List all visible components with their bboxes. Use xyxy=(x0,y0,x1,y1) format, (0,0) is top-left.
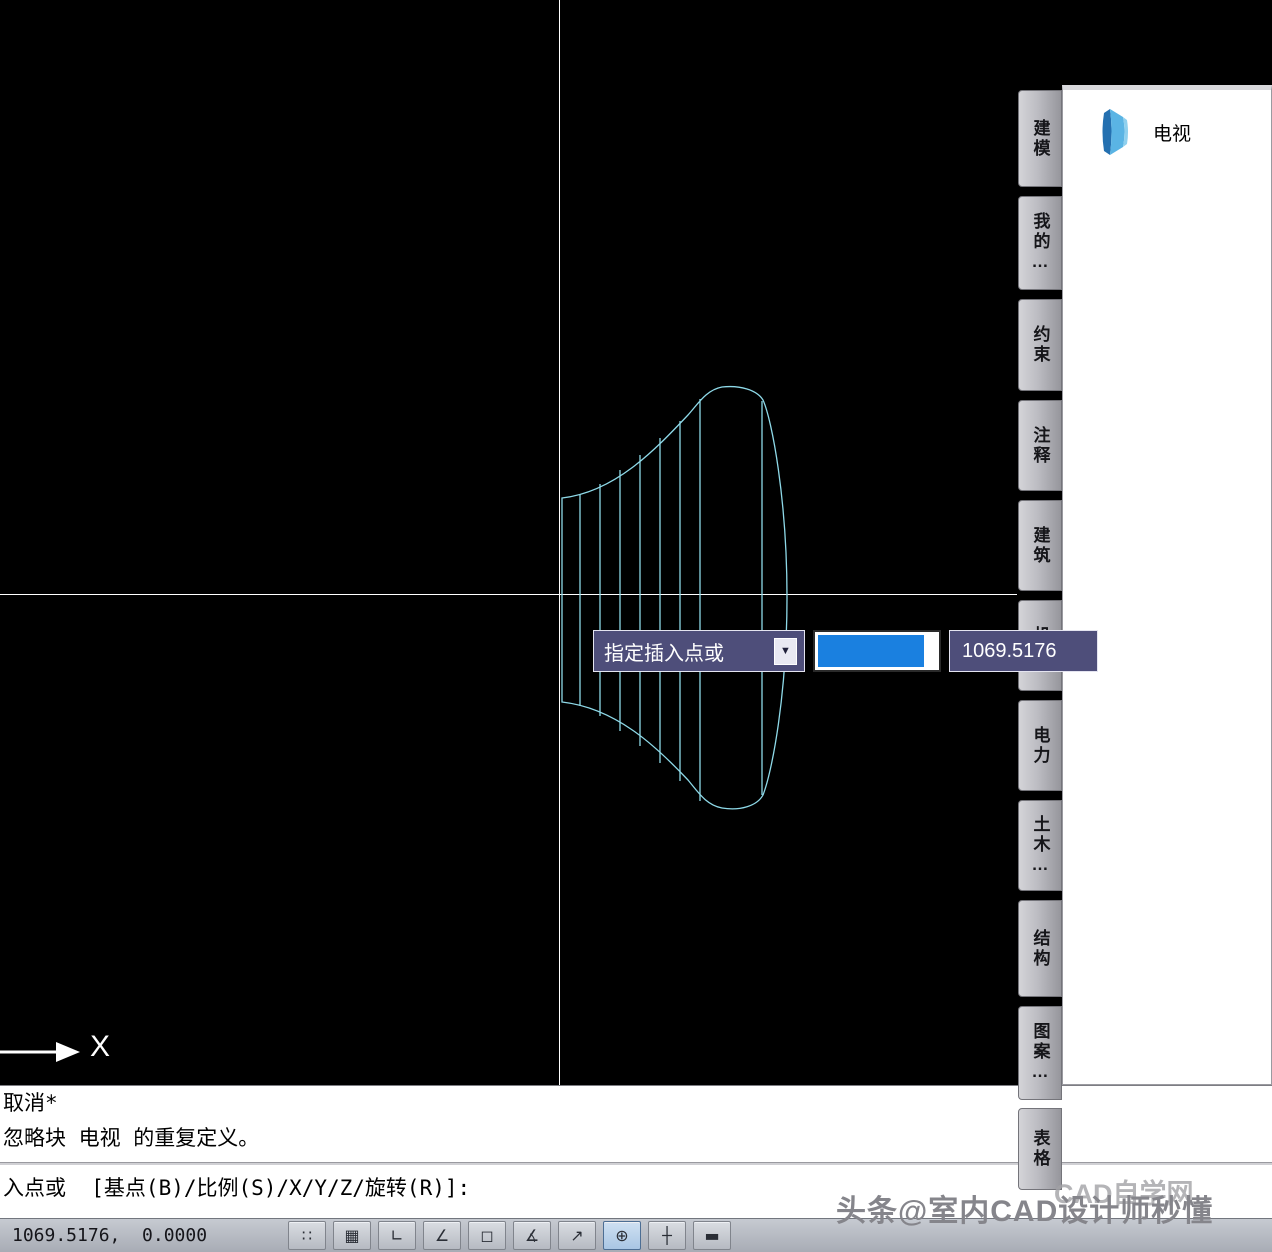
crosshair-horizontal xyxy=(0,594,1017,595)
otrack-icon: ↗ xyxy=(570,1226,583,1245)
ucs-icon: X xyxy=(0,1030,140,1074)
osnap-toggle-button[interactable]: ◻ xyxy=(468,1221,506,1250)
polar-icon: ∠ xyxy=(435,1226,449,1245)
palette-tab-electrical[interactable]: 电力 xyxy=(1018,700,1062,791)
dyn-icon: ⊕ xyxy=(615,1226,628,1245)
coordinate-display[interactable]: 1069.5176, 0.0000 xyxy=(12,1225,207,1246)
palette-tab-annotation[interactable]: 注释 xyxy=(1018,400,1062,491)
dynamic-input-selection xyxy=(818,635,924,667)
tool-palette-panel: 电视 xyxy=(1062,85,1272,1085)
dynamic-input-tooltip: 指定插入点或 ▼ 1069.5176 xyxy=(593,630,1098,672)
dynamic-input-coordinate[interactable]: 1069.5176 xyxy=(949,630,1098,672)
ortho-toggle-button[interactable]: ∟ xyxy=(378,1221,416,1250)
ucs-x-label: X xyxy=(90,1030,110,1064)
ducs-icon: ┼ xyxy=(662,1226,672,1245)
ortho-icon: ∟ xyxy=(390,1226,403,1245)
dynamic-input-prompt: 指定插入点或 ▼ xyxy=(593,630,805,672)
angle-icon: ∡ xyxy=(525,1226,539,1245)
dynamic-input-prompt-text: 指定插入点或 xyxy=(604,637,724,666)
dynamic-input-field[interactable] xyxy=(813,630,941,672)
lineweight-icon: ▬ xyxy=(704,1226,719,1245)
palette-tab-architecture[interactable]: 建筑 xyxy=(1018,500,1062,591)
options-down-arrow-icon[interactable]: ▼ xyxy=(774,638,797,665)
snap-icon: ∷ xyxy=(302,1226,312,1245)
ucs-x-arrow xyxy=(0,1030,140,1074)
osnap-icon: ◻ xyxy=(480,1226,493,1245)
autocad-window: X 指定插入点或 ▼ 1069.5176 建模 我的… 约束 注释 建筑 机械 … xyxy=(0,0,1272,1252)
tv-block-icon xyxy=(1095,108,1135,156)
palette-tab-structural[interactable]: 结构 xyxy=(1018,900,1062,997)
grid-icon: ▦ xyxy=(344,1226,359,1245)
palette-tab-civil[interactable]: 土木… xyxy=(1018,800,1062,891)
ducs-toggle-button[interactable]: ┼ xyxy=(648,1221,686,1250)
angle-toggle-button[interactable]: ∡ xyxy=(513,1221,551,1250)
grid-toggle-button[interactable]: ▦ xyxy=(333,1221,371,1250)
command-divider xyxy=(0,1162,1272,1165)
palette-item-tv[interactable]: 电视 xyxy=(1095,108,1191,156)
palette-tab-my-tools[interactable]: 我的… xyxy=(1018,196,1062,290)
otrack-toggle-button[interactable]: ↗ xyxy=(558,1221,596,1250)
polar-toggle-button[interactable]: ∠ xyxy=(423,1221,461,1250)
command-prompt-line[interactable]: 入点或 [基点(B)/比例(S)/X/Y/Z/旋转(R)]: xyxy=(0,1172,470,1202)
tv-block-drawing xyxy=(550,375,810,825)
dyn-toggle-button[interactable]: ⊕ xyxy=(603,1221,641,1250)
status-toggle-group: ∷ ▦ ∟ ∠ ◻ ∡ ↗ ⊕ ┼ ▬ xyxy=(288,1221,731,1250)
lineweight-toggle-button[interactable]: ▬ xyxy=(693,1221,731,1250)
palette-item-tv-label: 电视 xyxy=(1153,119,1191,146)
command-history-line: 取消* xyxy=(0,1086,1272,1121)
command-history-line: 忽略块 电视 的重复定义。 xyxy=(0,1121,1272,1156)
snap-toggle-button[interactable]: ∷ xyxy=(288,1221,326,1250)
watermark-primary: 头条@室内CAD设计师秒懂 xyxy=(836,1186,1213,1230)
palette-tab-constraints[interactable]: 约束 xyxy=(1018,299,1062,391)
palette-tab-hatch[interactable]: 图案… xyxy=(1018,1006,1062,1100)
palette-tab-modeling[interactable]: 建模 xyxy=(1018,90,1062,187)
